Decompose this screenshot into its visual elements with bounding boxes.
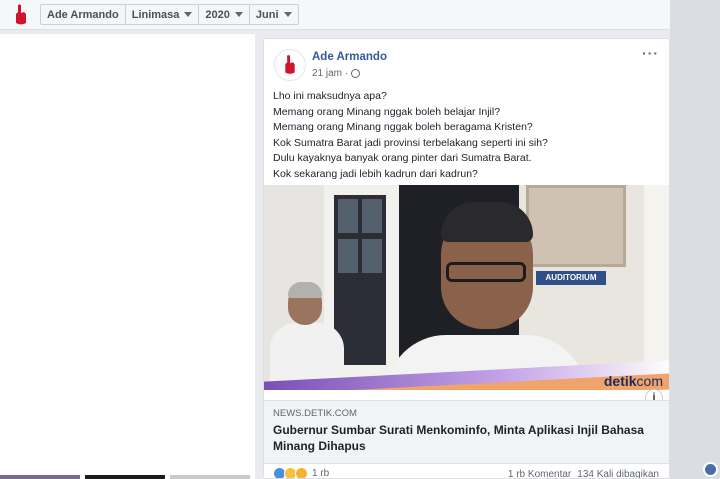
- timeline-dropdown[interactable]: Linimasa: [126, 5, 200, 24]
- reaction-count: 1 rb: [312, 468, 330, 479]
- post-line: Kok sekarang jadi lebih kadrun dari kadr…: [273, 167, 478, 180]
- post-timestamp[interactable]: 21 jam: [312, 68, 342, 79]
- post-body: Lho ini maksudnya apa? Memang orang Mina…: [273, 89, 663, 183]
- info-icon[interactable]: i: [645, 389, 663, 400]
- globe-icon: [351, 69, 361, 78]
- timeline-navigation-bar: Ade Armando Linimasa 2020 Juni: [0, 0, 670, 30]
- link-preview-image[interactable]: AUDITORIUM detikcom i: [264, 185, 669, 400]
- chevron-down-icon: [283, 12, 292, 17]
- right-gutter: [670, 0, 720, 479]
- link-preview[interactable]: NEWS.DETIK.COM Gubernur Sumbar Surati Me…: [264, 400, 669, 464]
- post-author-name[interactable]: Ade Armando: [312, 51, 387, 63]
- avatar[interactable]: [274, 49, 306, 81]
- reaction-summary[interactable]: 1 rb: [273, 467, 330, 479]
- photo-person-hair: [288, 282, 322, 298]
- meta-separator: ·: [345, 68, 349, 79]
- breadcrumb-profile[interactable]: Ade Armando: [41, 5, 126, 24]
- left-thumbnail-strip: [0, 475, 80, 479]
- photo-main-hair: [441, 202, 533, 242]
- year-dropdown-label: 2020: [205, 8, 230, 21]
- globe-icon[interactable]: [703, 462, 718, 477]
- post-meta: 21 jam ·: [312, 68, 361, 79]
- post-line: Memang orang Minang nggak boleh beragama…: [273, 121, 533, 134]
- more-options-icon[interactable]: ···: [642, 45, 659, 61]
- photo-stripe: [264, 390, 669, 400]
- link-title[interactable]: Gubernur Sumbar Surati Menkominfo, Minta…: [273, 422, 653, 454]
- party-logo-icon[interactable]: [10, 3, 32, 27]
- breadcrumb-profile-label: Ade Armando: [47, 8, 119, 21]
- share-count[interactable]: 134 Kali dibagikan: [577, 469, 659, 478]
- link-domain: NEWS.DETIK.COM: [273, 408, 357, 419]
- photo-banner: [526, 185, 626, 267]
- post-card: Ade Armando 21 jam · ··· Lho ini maksudn…: [263, 38, 670, 479]
- detik-watermark: detikcom: [604, 373, 663, 389]
- watermark-suffix: com: [636, 373, 663, 389]
- month-dropdown-label: Juni: [255, 8, 279, 21]
- month-dropdown[interactable]: Juni: [250, 5, 298, 24]
- engagement-counts: 1 rb Komentar 134 Kali dibagikan: [508, 469, 659, 478]
- wow-reaction-icon: [295, 467, 308, 478]
- timeline-dropdown-label: Linimasa: [131, 8, 180, 21]
- watermark-main: detik: [603, 373, 637, 389]
- left-column: [0, 34, 255, 479]
- left-thumbnail-strip: [85, 475, 165, 479]
- chevron-down-icon: [234, 12, 243, 17]
- comment-count[interactable]: 1 rb Komentar: [508, 469, 571, 478]
- year-dropdown[interactable]: 2020: [199, 5, 250, 24]
- photo-sign: AUDITORIUM: [536, 271, 606, 285]
- chevron-down-icon: [184, 12, 193, 17]
- left-thumbnail-strip: [170, 475, 250, 479]
- photo-person-shirt: [270, 323, 344, 383]
- breadcrumb: Ade Armando Linimasa 2020 Juni: [40, 4, 299, 25]
- photo-main-glasses: [446, 262, 526, 282]
- post-line: Memang orang Minang nggak boleh belajar …: [273, 105, 501, 118]
- post-line: Kok Sumatra Barat jadi provinsi terbelak…: [273, 136, 548, 149]
- post-line: Lho ini maksudnya apa?: [273, 90, 387, 102]
- post-line: Dulu kayaknya banyak orang pinter dari S…: [273, 152, 532, 165]
